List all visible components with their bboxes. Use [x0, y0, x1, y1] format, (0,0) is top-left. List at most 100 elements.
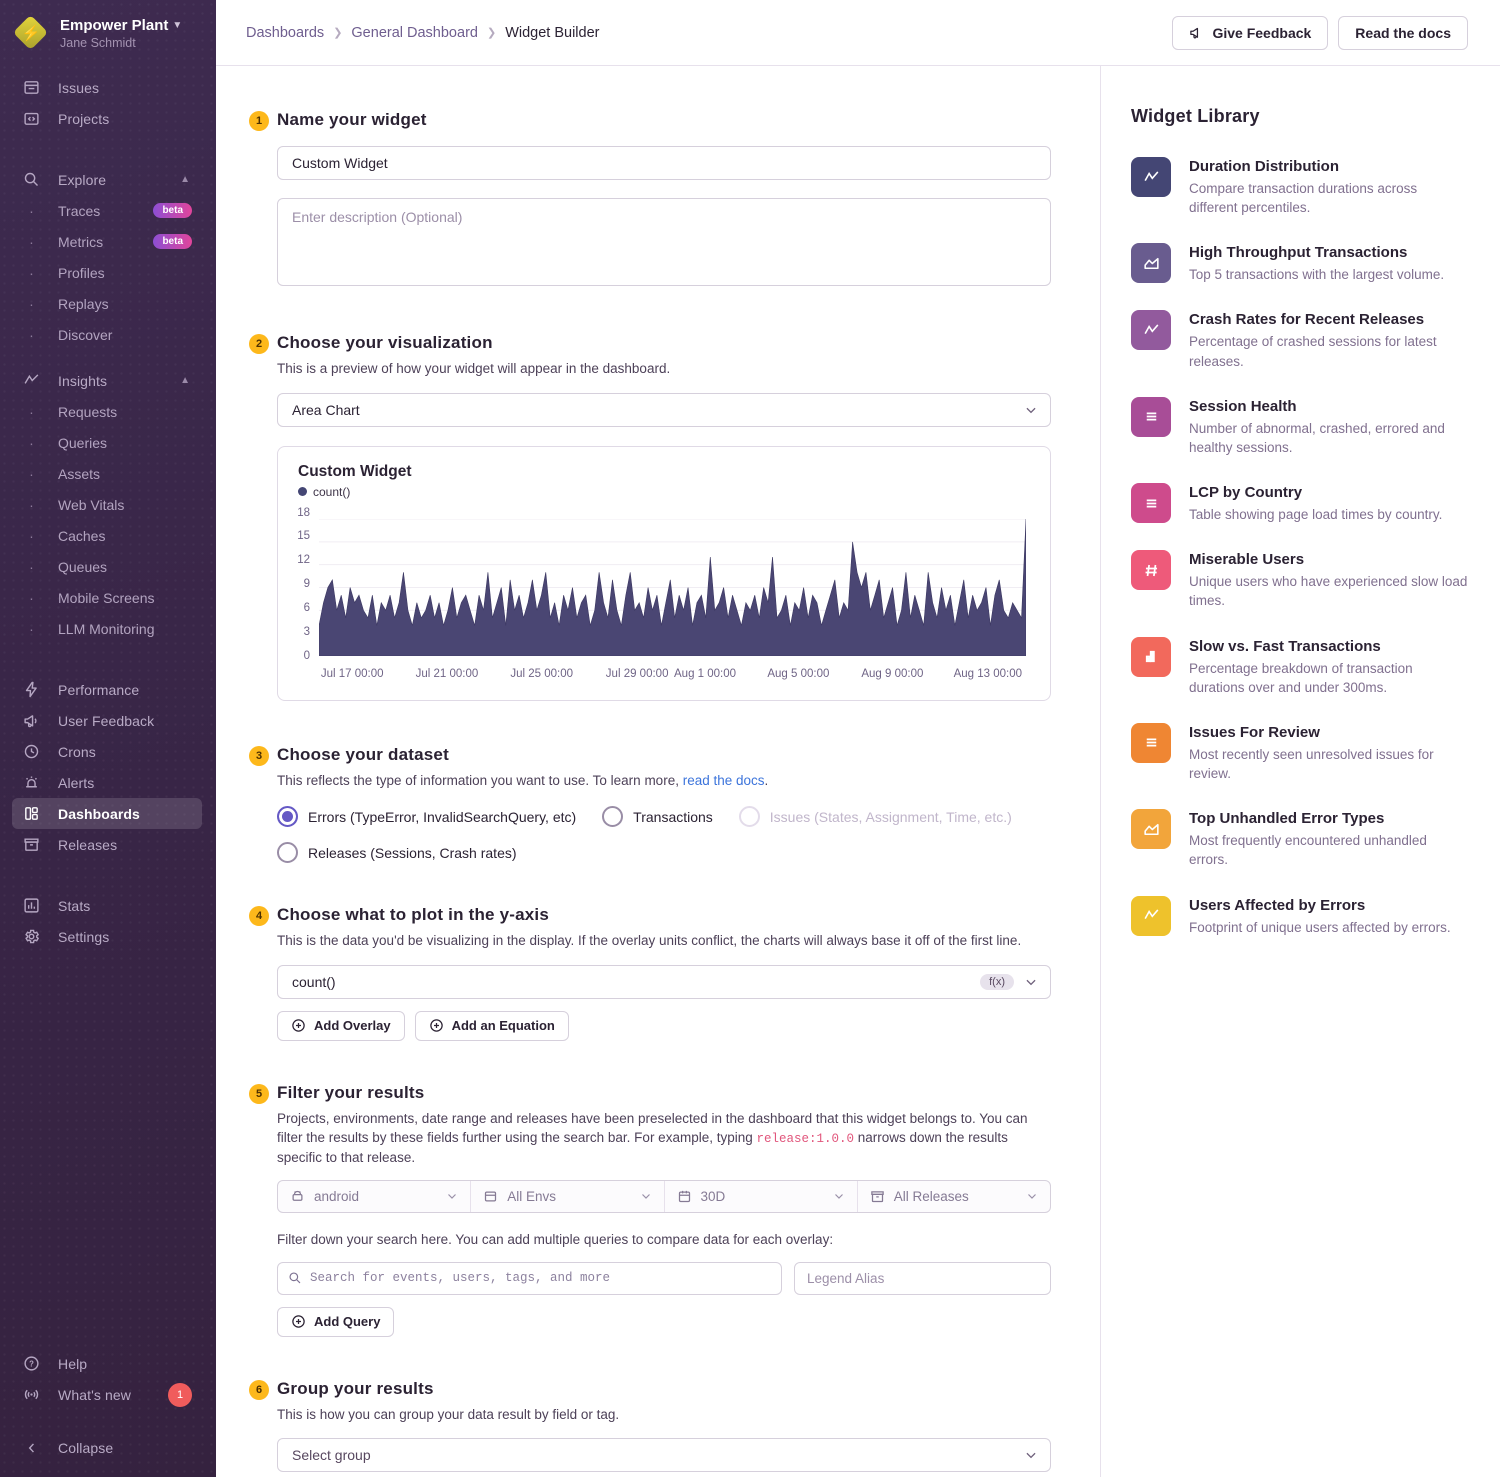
sidebar-section-insights[interactable]: Insights ▲ [0, 365, 216, 396]
sidebar-item-llm-monitoring[interactable]: ·LLM Monitoring [0, 613, 216, 644]
date-range-filter[interactable]: 30D [665, 1181, 858, 1212]
step2-title: Choose your visualization [277, 333, 1051, 353]
widget-library-item[interactable]: Slow vs. Fast TransactionsPercentage bre… [1131, 637, 1468, 697]
library-item-description: Percentage of crashed sessions for lates… [1189, 332, 1468, 370]
line-chart-icon [1131, 310, 1171, 350]
library-item-description: Number of abnormal, crashed, errored and… [1189, 419, 1468, 457]
release-code-snippet: release:1.0.0 [757, 1132, 855, 1146]
give-feedback-button[interactable]: Give Feedback [1172, 16, 1328, 50]
step4-description: This is the data you'd be visualizing in… [277, 931, 1035, 951]
sidebar-item-user-feedback[interactable]: User Feedback [0, 705, 216, 736]
breadcrumb-general-dashboard[interactable]: General Dashboard [351, 25, 478, 41]
sidebar-item-stats[interactable]: Stats [0, 890, 216, 921]
yaxis-function-select[interactable]: count() f(x) [277, 965, 1051, 999]
sidebar-item-caches[interactable]: ·Caches [0, 520, 216, 551]
sidebar-section-explore[interactable]: Explore ▲ [0, 164, 216, 195]
widget-library-item[interactable]: Issues For ReviewMost recently seen unre… [1131, 723, 1468, 783]
radio-icon [277, 842, 298, 863]
read-the-docs-button[interactable]: Read the docs [1338, 16, 1468, 50]
chevron-down-icon [640, 1190, 652, 1202]
widget-library-item[interactable]: Crash Rates for Recent ReleasesPercentag… [1131, 310, 1468, 370]
sidebar-item-metrics[interactable]: ·Metrics beta [0, 226, 216, 257]
widget-library-item[interactable]: Top Unhandled Error TypesMost frequently… [1131, 809, 1468, 869]
sidebar-item-web-vitals[interactable]: ·Web Vitals [0, 489, 216, 520]
sidebar-item-settings[interactable]: Settings [0, 921, 216, 952]
org-name: Empower Plant [60, 17, 168, 34]
release-filter[interactable]: All Releases [858, 1181, 1050, 1212]
topbar: Dashboards ❯ General Dashboard ❯ Widget … [216, 0, 1500, 66]
dataset-radio-errors[interactable]: Errors (TypeError, InvalidSearchQuery, e… [277, 806, 576, 827]
widget-name-input[interactable] [277, 146, 1051, 180]
event-search-input[interactable] [310, 1271, 771, 1285]
breadcrumb-separator: ❯ [333, 26, 342, 39]
sidebar-collapse-button[interactable]: Collapse [0, 1432, 216, 1463]
dashboards-icon [22, 804, 41, 823]
project-filter[interactable]: android [278, 1181, 471, 1212]
org-user: Jane Schmidt [60, 36, 182, 50]
radio-icon [739, 806, 760, 827]
sidebar-item-help[interactable]: ? Help [0, 1348, 216, 1379]
help-icon: ? [22, 1354, 41, 1373]
read-the-docs-link[interactable]: read the docs [683, 773, 765, 788]
chart-legend[interactable]: count() [298, 485, 1028, 499]
sidebar-item-discover[interactable]: ·Discover [0, 319, 216, 350]
sidebar-item-replays[interactable]: ·Replays [0, 288, 216, 319]
widget-description-textarea[interactable] [277, 198, 1051, 286]
sidebar-item-whats-new[interactable]: What's new 1 [0, 1379, 216, 1410]
legend-alias-input[interactable] [794, 1262, 1051, 1295]
android-icon [290, 1189, 305, 1204]
add-equation-button[interactable]: Add an Equation [415, 1011, 569, 1041]
chevron-down-icon [833, 1190, 845, 1202]
sidebar-item-queues[interactable]: ·Queues [0, 551, 216, 582]
add-query-button[interactable]: Add Query [277, 1307, 394, 1337]
step-number-badge: 3 [249, 746, 269, 766]
hash-icon [1131, 550, 1171, 590]
widget-library-item[interactable]: High Throughput TransactionsTop 5 transa… [1131, 243, 1468, 284]
sidebar-item-performance[interactable]: Performance [0, 674, 216, 705]
dataset-radio-releases[interactable]: Releases (Sessions, Crash rates) [277, 842, 517, 863]
sidebar: ⚡ Empower Plant ▼ Jane Schmidt Issues Pr… [0, 0, 216, 1477]
environment-filter[interactable]: All Envs [471, 1181, 664, 1212]
sidebar-item-alerts[interactable]: Alerts [0, 767, 216, 798]
library-item-description: Top 5 transactions with the largest volu… [1189, 265, 1444, 284]
step3-title: Choose your dataset [277, 745, 1051, 765]
plus-circle-icon [291, 1018, 306, 1033]
sidebar-item-traces[interactable]: ·Traces beta [0, 195, 216, 226]
legend-label: count() [313, 485, 350, 499]
sidebar-item-queries[interactable]: ·Queries [0, 427, 216, 458]
issues-icon [22, 78, 41, 97]
plus-circle-icon [291, 1314, 306, 1329]
visualization-select[interactable]: Area Chart [277, 393, 1051, 427]
widget-library-item[interactable]: Users Affected by ErrorsFootprint of uni… [1131, 896, 1468, 937]
widget-library-item[interactable]: Miserable UsersUnique users who have exp… [1131, 550, 1468, 610]
breadcrumb-dashboards[interactable]: Dashboards [246, 25, 324, 41]
sidebar-item-assets[interactable]: ·Assets [0, 458, 216, 489]
library-item-title: Duration Distribution [1189, 158, 1468, 175]
widget-library-item[interactable]: LCP by CountryTable showing page load ti… [1131, 483, 1468, 524]
sidebar-item-requests[interactable]: ·Requests [0, 396, 216, 427]
widget-library-item[interactable]: Session HealthNumber of abnormal, crashe… [1131, 397, 1468, 457]
library-item-description: Table showing page load times by country… [1189, 505, 1442, 524]
event-search-box [277, 1262, 782, 1295]
widget-library-title: Widget Library [1131, 106, 1468, 127]
breadcrumb-separator: ❯ [487, 26, 496, 39]
line-chart-icon [1131, 896, 1171, 936]
dataset-radio-transactions[interactable]: Transactions [602, 806, 713, 827]
gear-icon [22, 927, 41, 946]
group-select[interactable]: Select group [277, 1438, 1051, 1472]
org-switcher[interactable]: ⚡ Empower Plant ▼ Jane Schmidt [0, 0, 216, 50]
add-overlay-button[interactable]: Add Overlay [277, 1011, 405, 1041]
sidebar-item-crons[interactable]: Crons [0, 736, 216, 767]
library-item-title: Issues For Review [1189, 724, 1468, 741]
sidebar-item-projects[interactable]: Projects [0, 103, 216, 134]
sidebar-item-dashboards[interactable]: Dashboards [12, 798, 202, 829]
widget-library-panel: Widget Library Duration DistributionComp… [1100, 66, 1500, 1477]
library-item-description: Unique users who have experienced slow l… [1189, 572, 1468, 610]
widget-library-item[interactable]: Duration DistributionCompare transaction… [1131, 157, 1468, 217]
beta-badge: beta [153, 203, 192, 218]
sidebar-item-issues[interactable]: Issues [0, 72, 216, 103]
sidebar-item-releases[interactable]: Releases [0, 829, 216, 860]
sidebar-item-mobile-screens[interactable]: ·Mobile Screens [0, 582, 216, 613]
sidebar-item-profiles[interactable]: ·Profiles [0, 257, 216, 288]
megaphone-icon [22, 711, 41, 730]
